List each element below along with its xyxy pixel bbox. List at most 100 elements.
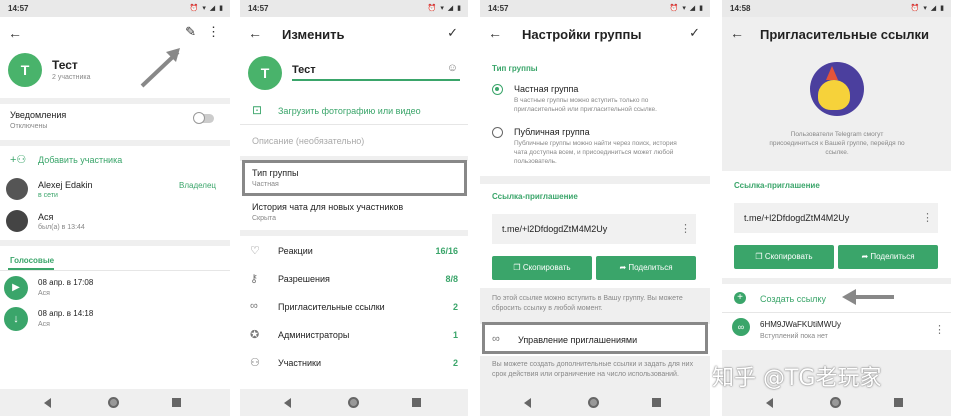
settings-row-label[interactable]: Пригласительные ссылки: [278, 302, 385, 312]
nav-home-icon[interactable]: [348, 397, 359, 408]
notifications-state: Отключены: [10, 123, 48, 130]
nav-recents-icon[interactable]: [652, 398, 661, 407]
nav-back-icon[interactable]: [284, 398, 291, 408]
link-icon: ∞: [250, 300, 258, 312]
duck-body: [818, 80, 850, 110]
chat-history-label[interactable]: История чата для новых участников: [252, 202, 403, 212]
group-member-count: 2 участника: [52, 74, 91, 81]
link-note-text: По этой ссылке можно вступить в Вашу гру…: [492, 295, 683, 312]
annotation-arrow: [842, 289, 894, 305]
copy-link-button[interactable]: ❐ Скопировать: [492, 256, 592, 280]
invite-description: Пользователи Telegram смогут присоединит…: [769, 131, 905, 156]
manage-note-text: Вы можете создать дополнительные ссылки …: [492, 361, 694, 378]
upload-photo-button[interactable]: Загрузить фотографию или видео: [278, 106, 421, 116]
member-name: Ася: [38, 212, 54, 222]
nav-back-icon[interactable]: [524, 398, 531, 408]
highlight-box: [242, 160, 467, 196]
create-link-button[interactable]: Создать ссылку: [760, 294, 826, 304]
share-link-button[interactable]: ➦ Поделиться: [838, 245, 938, 269]
radio-public[interactable]: [492, 127, 503, 138]
settings-row-count: 8/8: [445, 274, 458, 284]
status-icons: ⏰ ▾ ◢ ▮: [427, 5, 462, 12]
system-nav-bar: [0, 389, 230, 416]
section-header: Тип группы: [492, 64, 538, 73]
settings-row-label[interactable]: Разрешения: [278, 274, 330, 284]
public-group-desc: Публичные группы можно найти через поиск…: [514, 140, 677, 165]
member-status: был(а) в 13:44: [38, 224, 85, 231]
status-bar: 14:57 ⏰ ▾ ◢ ▮: [0, 0, 230, 17]
member-name: Alexej Edakin: [38, 180, 93, 190]
copy-label: Скопировать: [764, 252, 813, 261]
admin-shield-icon: ✪: [250, 329, 260, 341]
notifications-toggle[interactable]: [193, 112, 214, 124]
back-arrow-icon[interactable]: ←: [248, 25, 262, 41]
member-avatar: [6, 178, 28, 200]
more-icon[interactable]: ⋮: [207, 24, 220, 40]
save-check-icon[interactable]: ✓: [447, 25, 458, 41]
edit-pencil-icon[interactable]: ✎: [185, 24, 196, 40]
settings-row-count: 1: [452, 330, 458, 340]
settings-row-label[interactable]: Реакции: [278, 246, 313, 256]
status-icons: ⏰ ▾ ◢ ▮: [189, 5, 224, 12]
copy-link-button[interactable]: ❐ Скопировать: [734, 245, 834, 269]
nav-recents-icon[interactable]: [894, 398, 903, 407]
back-arrow-icon[interactable]: ←: [730, 25, 744, 41]
voice-author: Ася: [38, 321, 50, 328]
system-nav-bar: [240, 389, 468, 416]
extra-link-name[interactable]: 6HM9JWaFKUtiMWUy: [760, 320, 841, 329]
radio-private[interactable]: [492, 84, 503, 95]
plus-icon: +: [734, 292, 746, 304]
more-icon[interactable]: ⋮: [934, 323, 945, 336]
tab-voice[interactable]: Голосовые: [10, 256, 54, 265]
play-icon[interactable]: ▶: [4, 276, 28, 300]
download-icon[interactable]: ↓: [4, 307, 28, 331]
status-bar: 14:58 ⏰ ▾ ◢ ▮: [722, 0, 951, 17]
settings-row-label[interactable]: Администраторы: [278, 330, 349, 340]
nav-home-icon[interactable]: [588, 397, 599, 408]
group-avatar: Т: [8, 53, 42, 87]
more-icon[interactable]: ⋮: [922, 211, 933, 224]
back-arrow-icon[interactable]: ←: [8, 25, 22, 41]
status-icons: ⏰ ▾ ◢ ▮: [910, 5, 945, 12]
nav-recents-icon[interactable]: [412, 398, 421, 407]
voice-date: 08 апр. в 14:18: [38, 309, 94, 318]
settings-row-count: 16/16: [435, 246, 458, 256]
settings-row-count: 2: [452, 302, 458, 312]
invite-link-field[interactable]: t.me/+l2DfdogdZtM4M2Uy: [492, 214, 696, 244]
notifications-label: Уведомления: [10, 110, 67, 120]
nav-back-icon[interactable]: [44, 398, 51, 408]
page-title: Настройки группы: [522, 27, 642, 42]
key-icon: ⚷: [250, 273, 259, 285]
nav-recents-icon[interactable]: [172, 398, 181, 407]
invite-link-field[interactable]: t.me/+l2DfdogdZtM4M2Uy: [734, 203, 938, 233]
member-avatar: [6, 210, 28, 232]
watermark: 知乎 @TG老玩家: [712, 366, 882, 391]
share-link-button[interactable]: ➦ Поделиться: [596, 256, 696, 280]
voice-date: 08 апр. в 17:08: [38, 278, 94, 287]
emoji-icon[interactable]: ☺: [447, 62, 458, 74]
extra-link-note: Вступлений пока нет: [760, 333, 828, 340]
header: ← Пригласительные ссылки: [722, 17, 951, 51]
copy-icon: ❐: [755, 252, 765, 261]
add-member-button[interactable]: Добавить участника: [38, 155, 122, 165]
status-time: 14:58: [730, 4, 751, 13]
save-check-icon[interactable]: ✓: [689, 25, 700, 41]
group-title: Тест: [52, 58, 78, 72]
manage-note: Вы можете создать дополнительные ссылки …: [480, 356, 710, 392]
screen-group-info: 14:57 ⏰ ▾ ◢ ▮ ← ✎ ⋮ Т Тест 2 участника У…: [0, 0, 230, 416]
back-arrow-icon[interactable]: ←: [488, 25, 502, 41]
description-input[interactable]: Описание (необязательно): [252, 136, 364, 146]
group-name-input[interactable]: Тест: [292, 64, 460, 81]
system-nav-bar: [722, 389, 951, 416]
more-icon[interactable]: ⋮: [680, 222, 691, 235]
nav-home-icon[interactable]: [830, 397, 841, 408]
settings-row-label[interactable]: Участники: [278, 358, 321, 368]
settings-row-count: 2: [452, 358, 458, 368]
header: ← ✎ ⋮: [0, 17, 230, 51]
nav-home-icon[interactable]: [108, 397, 119, 408]
nav-back-icon[interactable]: [766, 398, 773, 408]
screen-edit-group: 14:57 ⏰ ▾ ◢ ▮ ← Изменить ✓ Т Тест ☺ ⊡ За…: [240, 0, 468, 416]
chat-history-value: Скрыта: [252, 215, 277, 222]
public-group-label: Публичная группа: [514, 127, 590, 137]
add-user-icon: +⚇: [10, 154, 27, 166]
